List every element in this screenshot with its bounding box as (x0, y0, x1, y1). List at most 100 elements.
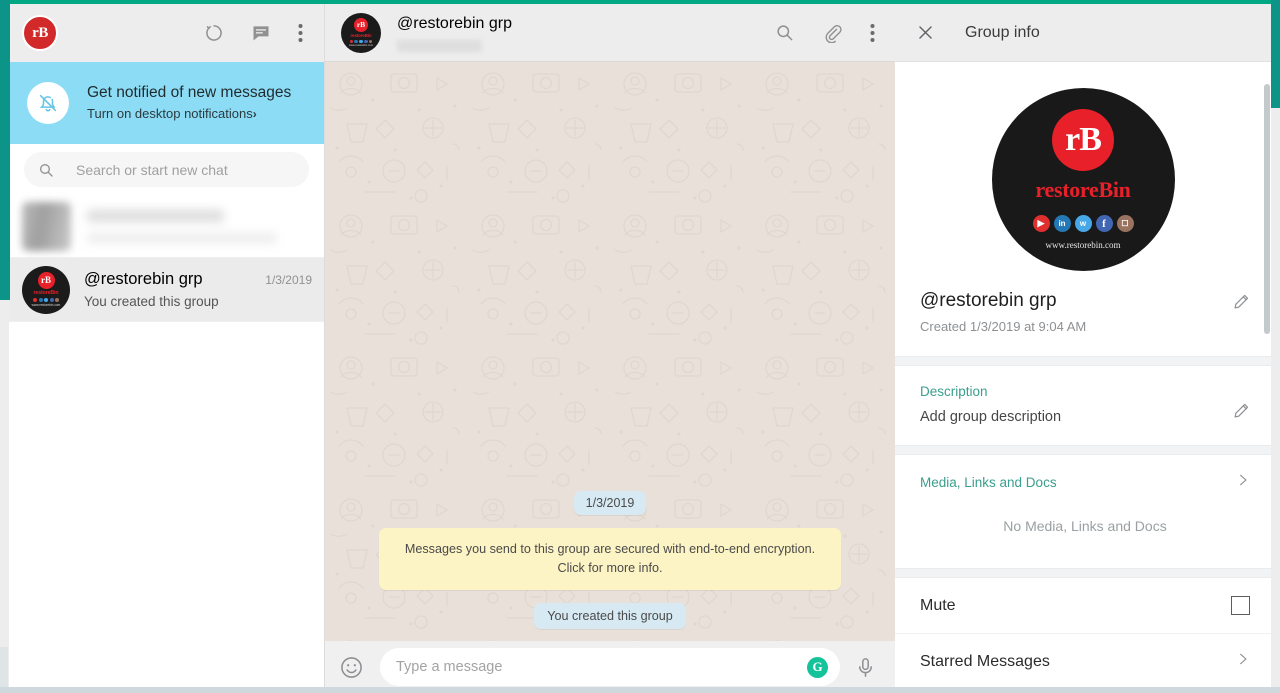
chat-panel: rB restoreBin www.restorebin.com @restor… (325, 4, 895, 693)
chat-header-avatar[interactable]: rB restoreBin www.restorebin.com (341, 12, 381, 53)
chat-header-icons (775, 23, 875, 43)
message-input-placeholder: Type a message (396, 659, 503, 675)
window-right-border (1271, 0, 1280, 108)
page-title: @restorebin grp (920, 290, 1057, 311)
description-block: Description Add group description (920, 384, 1061, 425)
group-name-row: @restorebin grp Created 1/3/2019 at 9:04… (895, 289, 1271, 356)
sidebar-panel: rB Get notified of new messages Turn on … (9, 4, 325, 687)
group-info-header: Group info (895, 4, 1271, 62)
scrollbar[interactable] (1264, 84, 1270, 334)
notification-title: Get notified of new messages (87, 83, 292, 101)
list-item-meta: @restorebin grp 1/3/2019 You created thi… (84, 269, 324, 311)
search-input[interactable]: Search or start new chat (24, 152, 309, 187)
mute-label: Mute (920, 596, 956, 614)
media-links-docs-row[interactable]: Media, Links and Docs No Media, Links an… (895, 455, 1271, 568)
avatar-mark: rB (37, 271, 55, 289)
system-message-bubble: You created this group (534, 603, 686, 629)
mute-checkbox[interactable] (1231, 596, 1250, 615)
search-icon (38, 162, 54, 178)
settings-section: Mute Starred Messages (895, 578, 1271, 690)
avatar-url: www.restorebin.com (31, 303, 61, 308)
list-item-snippet: You created this group (84, 293, 219, 309)
group-created-date: Created 1/3/2019 at 9:04 AM (920, 319, 1087, 334)
window-left-border-upper (0, 0, 10, 52)
section-divider (895, 356, 1271, 366)
chat-header: rB restoreBin www.restorebin.com @restor… (325, 4, 895, 62)
attach-icon[interactable] (822, 23, 842, 43)
notification-subtitle[interactable]: Turn on desktop notifications› (87, 104, 291, 124)
window-bottom-border (0, 687, 1280, 693)
description-row[interactable]: Description Add group description (895, 366, 1271, 445)
facebook-icon: f (1095, 215, 1113, 232)
chat-header-titles[interactable]: @restorebin grp (397, 14, 512, 52)
list-item-time: 1/3/2019 (265, 272, 312, 287)
group-info-scroll-area: rB restoreBin ▶ in w f ☐ www.restorebin.… (895, 62, 1271, 693)
search-container: Search or start new chat (9, 144, 324, 195)
description-label: Description (920, 384, 988, 399)
notification-text: Get notified of new messages Turn on des… (87, 83, 291, 124)
list-item[interactable] (9, 195, 324, 258)
new-chat-icon[interactable] (251, 23, 271, 43)
search-icon[interactable] (775, 23, 794, 42)
menu-icon[interactable] (870, 23, 875, 43)
description-section: Description Add group description (895, 366, 1271, 445)
edit-description-pencil-icon[interactable] (1233, 384, 1250, 424)
avatar-mark: rB (354, 17, 368, 32)
group-avatar-container: rB restoreBin ▶ in w f ☐ www.restorebin.… (895, 62, 1271, 289)
chevron-right-icon[interactable] (1236, 652, 1250, 671)
encryption-notice: Messages you send to this group are secu… (338, 528, 882, 590)
menu-icon[interactable] (298, 23, 303, 43)
profile-avatar-label: rB (32, 24, 48, 41)
avatar-url: www.restorebin.com (348, 44, 374, 48)
avatar-social-icons: ▶ in w f ☐ (1032, 215, 1134, 232)
notification-subtitle-text: Turn on desktop notifications (87, 105, 253, 121)
avatar: rB restoreBin www.restorebin.com (22, 265, 70, 314)
window-bottom-left-border (0, 647, 8, 687)
chevron-right-icon[interactable] (1236, 473, 1250, 492)
profile-avatar[interactable]: rB (22, 15, 58, 51)
message-composer: Type a message G (325, 641, 895, 693)
group-name-block: @restorebin grp Created 1/3/2019 at 9:04… (920, 289, 1086, 334)
chat-list: rB restoreBin www.restorebin.com @restor… (9, 195, 324, 322)
status-icon[interactable] (204, 23, 224, 43)
search-placeholder: Search or start new chat (76, 161, 228, 178)
avatar-brand: restoreBin (1035, 177, 1131, 202)
whatsapp-web-window: rB Get notified of new messages Turn on … (0, 0, 1280, 693)
bell-slash-icon (27, 82, 69, 124)
microphone-icon[interactable] (854, 656, 877, 679)
list-item[interactable]: rB restoreBin www.restorebin.com @restor… (9, 258, 324, 322)
avatar-mark: rB (1052, 109, 1114, 171)
window-top-border (0, 0, 1280, 4)
section-divider (895, 568, 1271, 578)
sidebar-header: rB (9, 4, 324, 62)
avatar[interactable]: rB restoreBin ▶ in w f ☐ www.restorebin.… (991, 88, 1175, 271)
chat-message-area: 1/3/2019 Messages you send to this group… (325, 62, 895, 641)
starred-messages-row[interactable]: Starred Messages (895, 634, 1271, 690)
chat-subtitle-redacted (397, 39, 482, 52)
twitter-icon: w (1074, 215, 1092, 232)
desktop-notification-banner[interactable]: Get notified of new messages Turn on des… (9, 62, 324, 144)
group-info-panel: Group info rB restoreBin ▶ in w f ☐ www.… (895, 4, 1271, 693)
media-empty-text: No Media, Links and Docs (1003, 518, 1167, 534)
avatar-social-dots (33, 297, 59, 302)
linkedin-icon: in (1053, 215, 1071, 232)
grammarly-icon[interactable]: G (807, 656, 828, 678)
edit-group-name-pencil-icon[interactable] (1233, 289, 1250, 315)
mute-row[interactable]: Mute (895, 578, 1271, 634)
emoji-smiley-icon[interactable] (339, 655, 364, 680)
media-links-docs-label: Media, Links and Docs (920, 475, 1057, 490)
avatar-brand: restoreBin (33, 289, 59, 296)
chat-title: @restorebin grp (397, 14, 512, 32)
group-info-title: Group info (965, 23, 1040, 41)
instagram-icon: ☐ (1116, 215, 1134, 232)
list-item-redacted-text (87, 209, 324, 243)
starred-messages-label: Starred Messages (920, 652, 1050, 670)
date-chip: 1/3/2019 (573, 491, 647, 515)
section-divider (895, 445, 1271, 455)
message-input[interactable]: Type a message G (380, 648, 840, 686)
close-icon[interactable] (916, 23, 935, 42)
encryption-notice-bubble[interactable]: Messages you send to this group are secu… (379, 528, 841, 590)
avatar-social-dots (349, 39, 373, 43)
group-identity-section: rB restoreBin ▶ in w f ☐ www.restorebin.… (895, 62, 1271, 356)
media-section: Media, Links and Docs No Media, Links an… (895, 455, 1271, 568)
